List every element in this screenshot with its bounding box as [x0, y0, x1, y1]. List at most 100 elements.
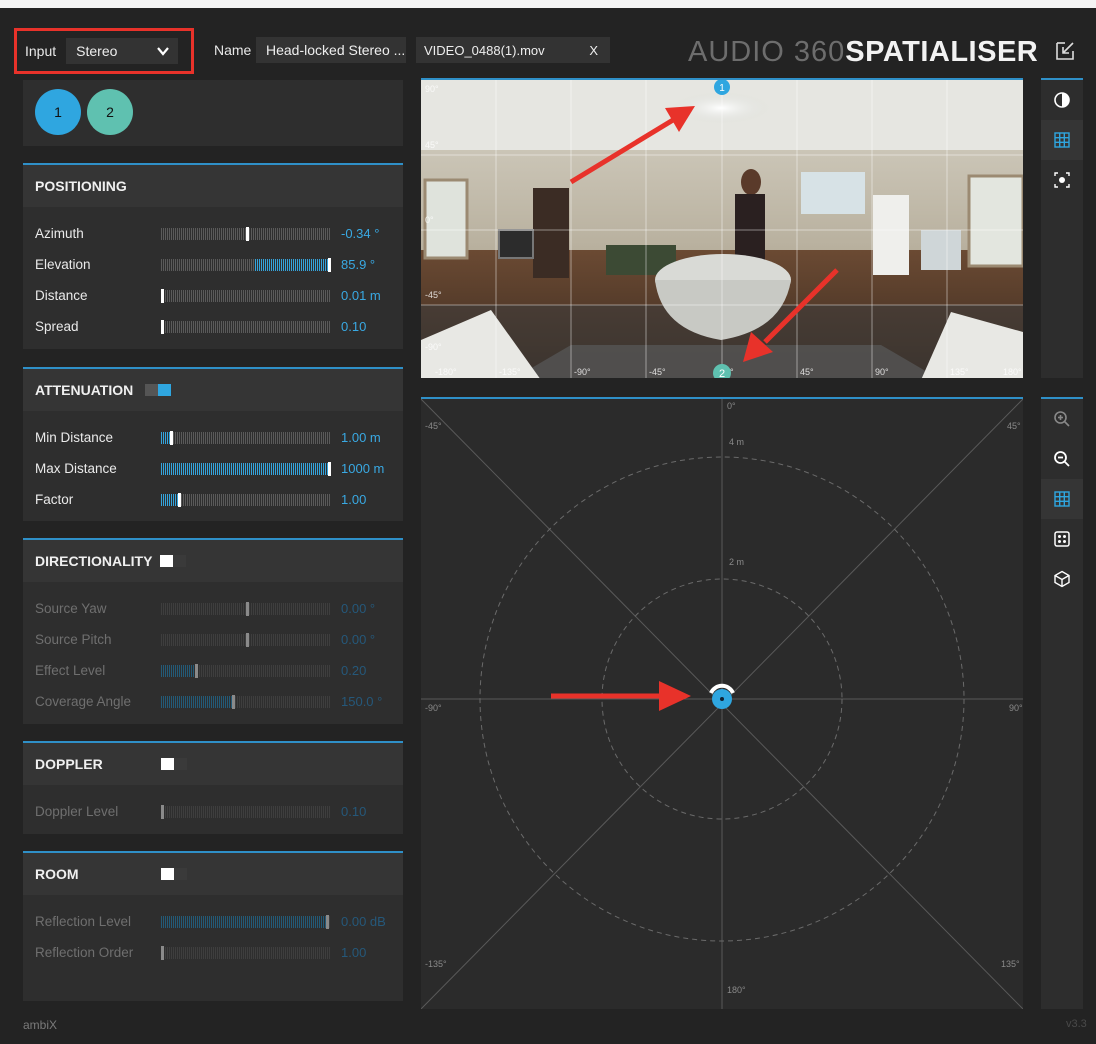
video-toolbar [1041, 78, 1083, 378]
video-grid-label: 0° [425, 215, 434, 225]
room-slider[interactable] [161, 914, 331, 929]
input-select[interactable]: Stereo [66, 38, 179, 64]
zoom-in-button[interactable] [1041, 399, 1083, 439]
directionality-panel: DIRECTIONALITY Source Yaw 0.00 ° Source Pi… [23, 538, 403, 724]
export-icon[interactable] [1054, 40, 1076, 62]
slider-thumb[interactable] [161, 945, 164, 960]
video-file-field[interactable]: VIDEO_0488(1).mov X [416, 37, 610, 63]
polar-ring-label: 2 m [729, 557, 744, 567]
video-panel[interactable]: 90° 45° 0° -45° -90° -180° -135° -90° -4… [421, 78, 1023, 378]
source-2-button[interactable]: 2 [87, 89, 133, 135]
directionality-row-value[interactable]: 0.00 ° [341, 632, 375, 647]
room-row-value[interactable]: 1.00 [341, 945, 366, 960]
polar-ring-label: 4 m [729, 437, 744, 447]
focus-icon [1054, 172, 1070, 188]
slider-thumb[interactable] [161, 319, 164, 334]
source-1-button[interactable]: 1 [35, 89, 81, 135]
slider-thumb[interactable] [328, 461, 331, 476]
slider-thumb[interactable] [232, 694, 236, 709]
attenuation-slider[interactable] [161, 461, 331, 476]
slider-thumb[interactable] [246, 226, 249, 241]
name-field[interactable]: Head-locked Stereo ... [256, 37, 406, 63]
positioning-row-value[interactable]: -0.34 ° [341, 226, 379, 241]
directionality-row-value[interactable]: 150.0 ° [341, 694, 382, 709]
attenuation-row-label: Factor [35, 492, 74, 507]
slider-thumb[interactable] [161, 288, 164, 303]
slider-thumb[interactable] [246, 601, 249, 616]
attenuation-row-value[interactable]: 1.00 [341, 492, 366, 507]
slider-thumb[interactable] [169, 430, 173, 445]
directionality-slider[interactable] [161, 694, 331, 709]
attenuation-row-value[interactable]: 1.00 m [341, 430, 381, 445]
directionality-slider[interactable] [161, 632, 331, 647]
input-value: Stereo [76, 43, 118, 59]
polar-angle-label: -45° [425, 421, 442, 431]
directionality-title: DIRECTIONALITY [35, 553, 153, 569]
3d-view-button[interactable] [1041, 559, 1083, 599]
directionality-toggle[interactable] [160, 555, 187, 567]
slider-thumb[interactable] [161, 804, 164, 819]
doppler-slider[interactable] [161, 804, 331, 819]
positioning-slider[interactable] [161, 226, 331, 241]
positioning-row: Spread 0.10 [23, 311, 403, 342]
directionality-slider[interactable] [161, 663, 331, 678]
directionality-header: DIRECTIONALITY [23, 540, 403, 582]
video-grid-label: 90° [425, 84, 439, 94]
slider-thumb[interactable] [327, 257, 331, 272]
directionality-row-value[interactable]: 0.20 [341, 663, 366, 678]
slider-thumb[interactable] [195, 663, 198, 678]
polar-grid-button[interactable] [1041, 479, 1083, 519]
video-grid-label: 90° [875, 367, 889, 377]
video-frame[interactable]: 90° 45° 0° -45° -90° -180° -135° -90° -4… [421, 80, 1023, 378]
directionality-slider[interactable] [161, 601, 331, 616]
directionality-row: Coverage Angle 150.0 ° [23, 686, 403, 717]
slider-fill [254, 258, 328, 271]
positioning-row-value[interactable]: 85.9 ° [341, 257, 375, 272]
slider-thumb[interactable] [178, 492, 181, 507]
positioning-row-value[interactable]: 0.10 [341, 319, 366, 334]
attenuation-toggle[interactable] [145, 384, 172, 396]
directionality-row: Effect Level 0.20 [23, 655, 403, 686]
positioning-slider[interactable] [161, 319, 331, 334]
directionality-row-label: Effect Level [35, 663, 106, 678]
attenuation-row-value[interactable]: 1000 m [341, 461, 384, 476]
positioning-row-label: Distance [35, 288, 88, 303]
doppler-row-value[interactable]: 0.10 [341, 804, 366, 819]
positioning-slider[interactable] [161, 257, 331, 272]
speaker-layout-icon [1054, 531, 1070, 547]
attenuation-row: Max Distance 1000 m [23, 453, 403, 484]
polar-angle-label: -90° [425, 703, 442, 713]
doppler-toggle[interactable] [161, 758, 187, 770]
doppler-header: DOPPLER [23, 743, 403, 785]
room-header: ROOM [23, 853, 403, 895]
contrast-button[interactable] [1041, 80, 1083, 120]
listener-source-marker[interactable] [709, 683, 735, 709]
positioning-row-value[interactable]: 0.01 m [341, 288, 381, 303]
polar-angle-label: -135° [425, 959, 447, 969]
attenuation-slider[interactable] [161, 430, 331, 445]
contrast-icon [1054, 92, 1070, 108]
doppler-row: Doppler Level 0.10 [23, 796, 403, 827]
attenuation-row: Factor 1.00 [23, 484, 403, 515]
polar-plot[interactable]: 0° -45° 45° -90° 90° -135° 135° 180° 4 m… [420, 398, 1024, 1010]
room-row-label: Reflection Order [35, 945, 134, 960]
directionality-row-value[interactable]: 0.00 ° [341, 601, 375, 616]
zoom-out-button[interactable] [1041, 439, 1083, 479]
header: Input Stereo Name Head-locked Stereo ...… [0, 8, 1096, 74]
room-row-value[interactable]: 0.00 dB [341, 914, 386, 929]
speaker-layout-button[interactable] [1041, 519, 1083, 559]
positioning-row: Distance 0.01 m [23, 280, 403, 311]
positioning-slider[interactable] [161, 288, 331, 303]
close-video-button[interactable]: X [589, 43, 598, 58]
slider-thumb[interactable] [246, 632, 249, 647]
attenuation-slider[interactable] [161, 492, 331, 507]
polar-view[interactable]: 0° -45° 45° -90° 90° -135° 135° 180° 4 m… [420, 397, 1024, 1010]
video-grid-label: -90° [425, 342, 442, 352]
positioning-row-label: Spread [35, 319, 79, 334]
focus-button[interactable] [1041, 160, 1083, 200]
positioning-header: POSITIONING [23, 165, 403, 207]
grid-toggle-button[interactable] [1041, 120, 1083, 160]
slider-thumb[interactable] [325, 914, 329, 929]
room-slider[interactable] [161, 945, 331, 960]
room-toggle[interactable] [161, 868, 187, 880]
